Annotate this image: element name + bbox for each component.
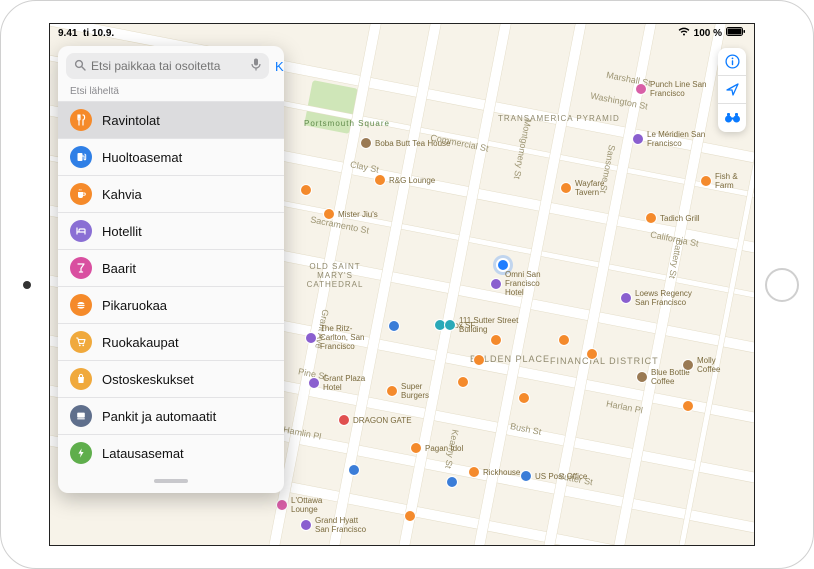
poi-dot[interactable] xyxy=(558,334,570,346)
category-label: Pankit ja automaatit xyxy=(102,409,216,424)
street-label: Battery St xyxy=(667,239,684,280)
category-item[interactable]: Ravintolat xyxy=(58,101,284,138)
poi[interactable]: Tadich Grill xyxy=(645,212,700,224)
cup-icon xyxy=(70,183,92,205)
poi-dot[interactable] xyxy=(518,392,530,404)
district-label: Portsmouth Square xyxy=(304,119,390,128)
search-row: Kumoa xyxy=(58,46,284,84)
category-label: Latausasemat xyxy=(102,446,184,461)
home-button[interactable] xyxy=(765,268,799,302)
poi[interactable]: 111 Sutter Street Building xyxy=(444,316,519,334)
category-label: Huoltoasemat xyxy=(102,150,182,165)
poi-dot[interactable] xyxy=(586,348,598,360)
poi[interactable]: Fish & Farm xyxy=(700,172,754,190)
poi[interactable]: Loews Regency San Francisco xyxy=(620,289,695,307)
poi[interactable]: Punch Line San Francisco xyxy=(635,80,710,98)
category-item[interactable]: Pikaruokaa xyxy=(58,286,284,323)
poi[interactable]: US Post Office xyxy=(520,470,587,482)
search-icon xyxy=(74,59,86,74)
cancel-button[interactable]: Kumoa xyxy=(275,59,284,74)
camera-dot xyxy=(23,281,31,289)
district-label: FINANCIAL DISTRICT xyxy=(550,356,659,366)
category-list: Ravintolat Huoltoasemat Kahvia Hotellit Baar… xyxy=(58,101,284,471)
poi[interactable]: Rickhouse xyxy=(468,466,520,478)
fork-icon xyxy=(70,109,92,131)
status-right: 100 % xyxy=(678,27,746,39)
battery-icon xyxy=(726,27,746,39)
category-label: Pikaruokaa xyxy=(102,298,167,313)
bolt-icon xyxy=(70,442,92,464)
category-item[interactable]: Latausasemat xyxy=(58,434,284,471)
poi-dot[interactable] xyxy=(457,376,469,388)
category-item[interactable]: Baarit xyxy=(58,249,284,286)
poi[interactable]: Molly Coffee xyxy=(682,356,737,374)
poi-dot[interactable] xyxy=(348,464,360,476)
poi-dot[interactable] xyxy=(490,334,502,346)
street-label: Harlan Pl xyxy=(605,399,643,416)
poi-dot[interactable] xyxy=(446,476,458,488)
category-label: Baarit xyxy=(102,261,136,276)
mic-icon[interactable] xyxy=(251,58,261,74)
category-label: Kahvia xyxy=(102,187,142,202)
search-field[interactable] xyxy=(66,53,269,79)
bank-icon xyxy=(70,405,92,427)
poi[interactable]: Mister Jiu's xyxy=(323,208,378,220)
info-button[interactable] xyxy=(718,48,746,76)
cart-icon xyxy=(70,331,92,353)
search-panel: Kumoa Etsi läheltä Ravintolat Huoltoasema… xyxy=(58,46,284,493)
poi[interactable]: Grand Hyatt San Francisco xyxy=(300,516,371,534)
poi[interactable]: L'Ottawa Lounge xyxy=(276,496,335,514)
poi[interactable]: Grant Plaza Hotel xyxy=(308,374,369,392)
district-label: OLD SAINT MARY'S CATHEDRAL xyxy=(305,262,365,289)
map-controls xyxy=(718,48,746,132)
category-label: Ostoskeskukset xyxy=(102,372,194,387)
status-time: 9.41 ti 10.9. xyxy=(58,28,114,39)
section-title: Etsi läheltä xyxy=(58,84,284,101)
poi-dot[interactable] xyxy=(404,510,416,522)
district-label: TRANSAMERICA PYRAMID xyxy=(498,114,620,123)
category-item[interactable]: Ruokakaupat xyxy=(58,323,284,360)
category-item[interactable]: Kahvia xyxy=(58,175,284,212)
category-label: Hotellit xyxy=(102,224,142,239)
category-item[interactable]: Huoltoasemat xyxy=(58,138,284,175)
ipad-frame: 9.41 ti 10.9. 100 % xyxy=(0,0,814,569)
poi[interactable]: Super Burgers xyxy=(386,382,441,400)
poi[interactable]: Pagan Idol xyxy=(410,442,463,454)
battery-label: 100 % xyxy=(694,28,722,39)
bag-icon xyxy=(70,368,92,390)
poi[interactable]: R&G Lounge xyxy=(374,174,435,186)
category-label: Ravintolat xyxy=(102,113,160,128)
poi[interactable]: The Ritz-Carlton, San Francisco xyxy=(305,324,378,351)
category-item[interactable]: Pankit ja automaatit xyxy=(58,397,284,434)
category-item[interactable]: Hotellit xyxy=(58,212,284,249)
screen: 9.41 ti 10.9. 100 % xyxy=(49,23,755,546)
poi[interactable]: Le Méridien San Francisco xyxy=(632,130,707,148)
pump-icon xyxy=(70,146,92,168)
poi-dot[interactable] xyxy=(473,354,485,366)
locate-button[interactable] xyxy=(718,76,746,104)
poi[interactable] xyxy=(300,184,312,196)
poi[interactable]: DRAGON GATE xyxy=(338,414,412,426)
poi[interactable]: Boba Butt Tea House xyxy=(360,137,450,149)
poi[interactable]: Omni San Francisco Hotel xyxy=(490,270,559,297)
poi[interactable]: Wayfare Tavern xyxy=(560,179,619,197)
status-bar: 9.41 ti 10.9. 100 % xyxy=(50,24,754,42)
binoculars-button[interactable] xyxy=(718,104,746,132)
wifi-icon xyxy=(678,27,690,39)
category-item[interactable]: Ostoskeskukset xyxy=(58,360,284,397)
category-label: Ruokakaupat xyxy=(102,335,179,350)
search-input[interactable] xyxy=(91,59,246,73)
glass-icon xyxy=(70,257,92,279)
panel-grabber[interactable] xyxy=(154,479,188,483)
poi-dot[interactable] xyxy=(682,400,694,412)
burger-icon xyxy=(70,294,92,316)
poi-dot[interactable] xyxy=(388,320,400,332)
bed-icon xyxy=(70,220,92,242)
